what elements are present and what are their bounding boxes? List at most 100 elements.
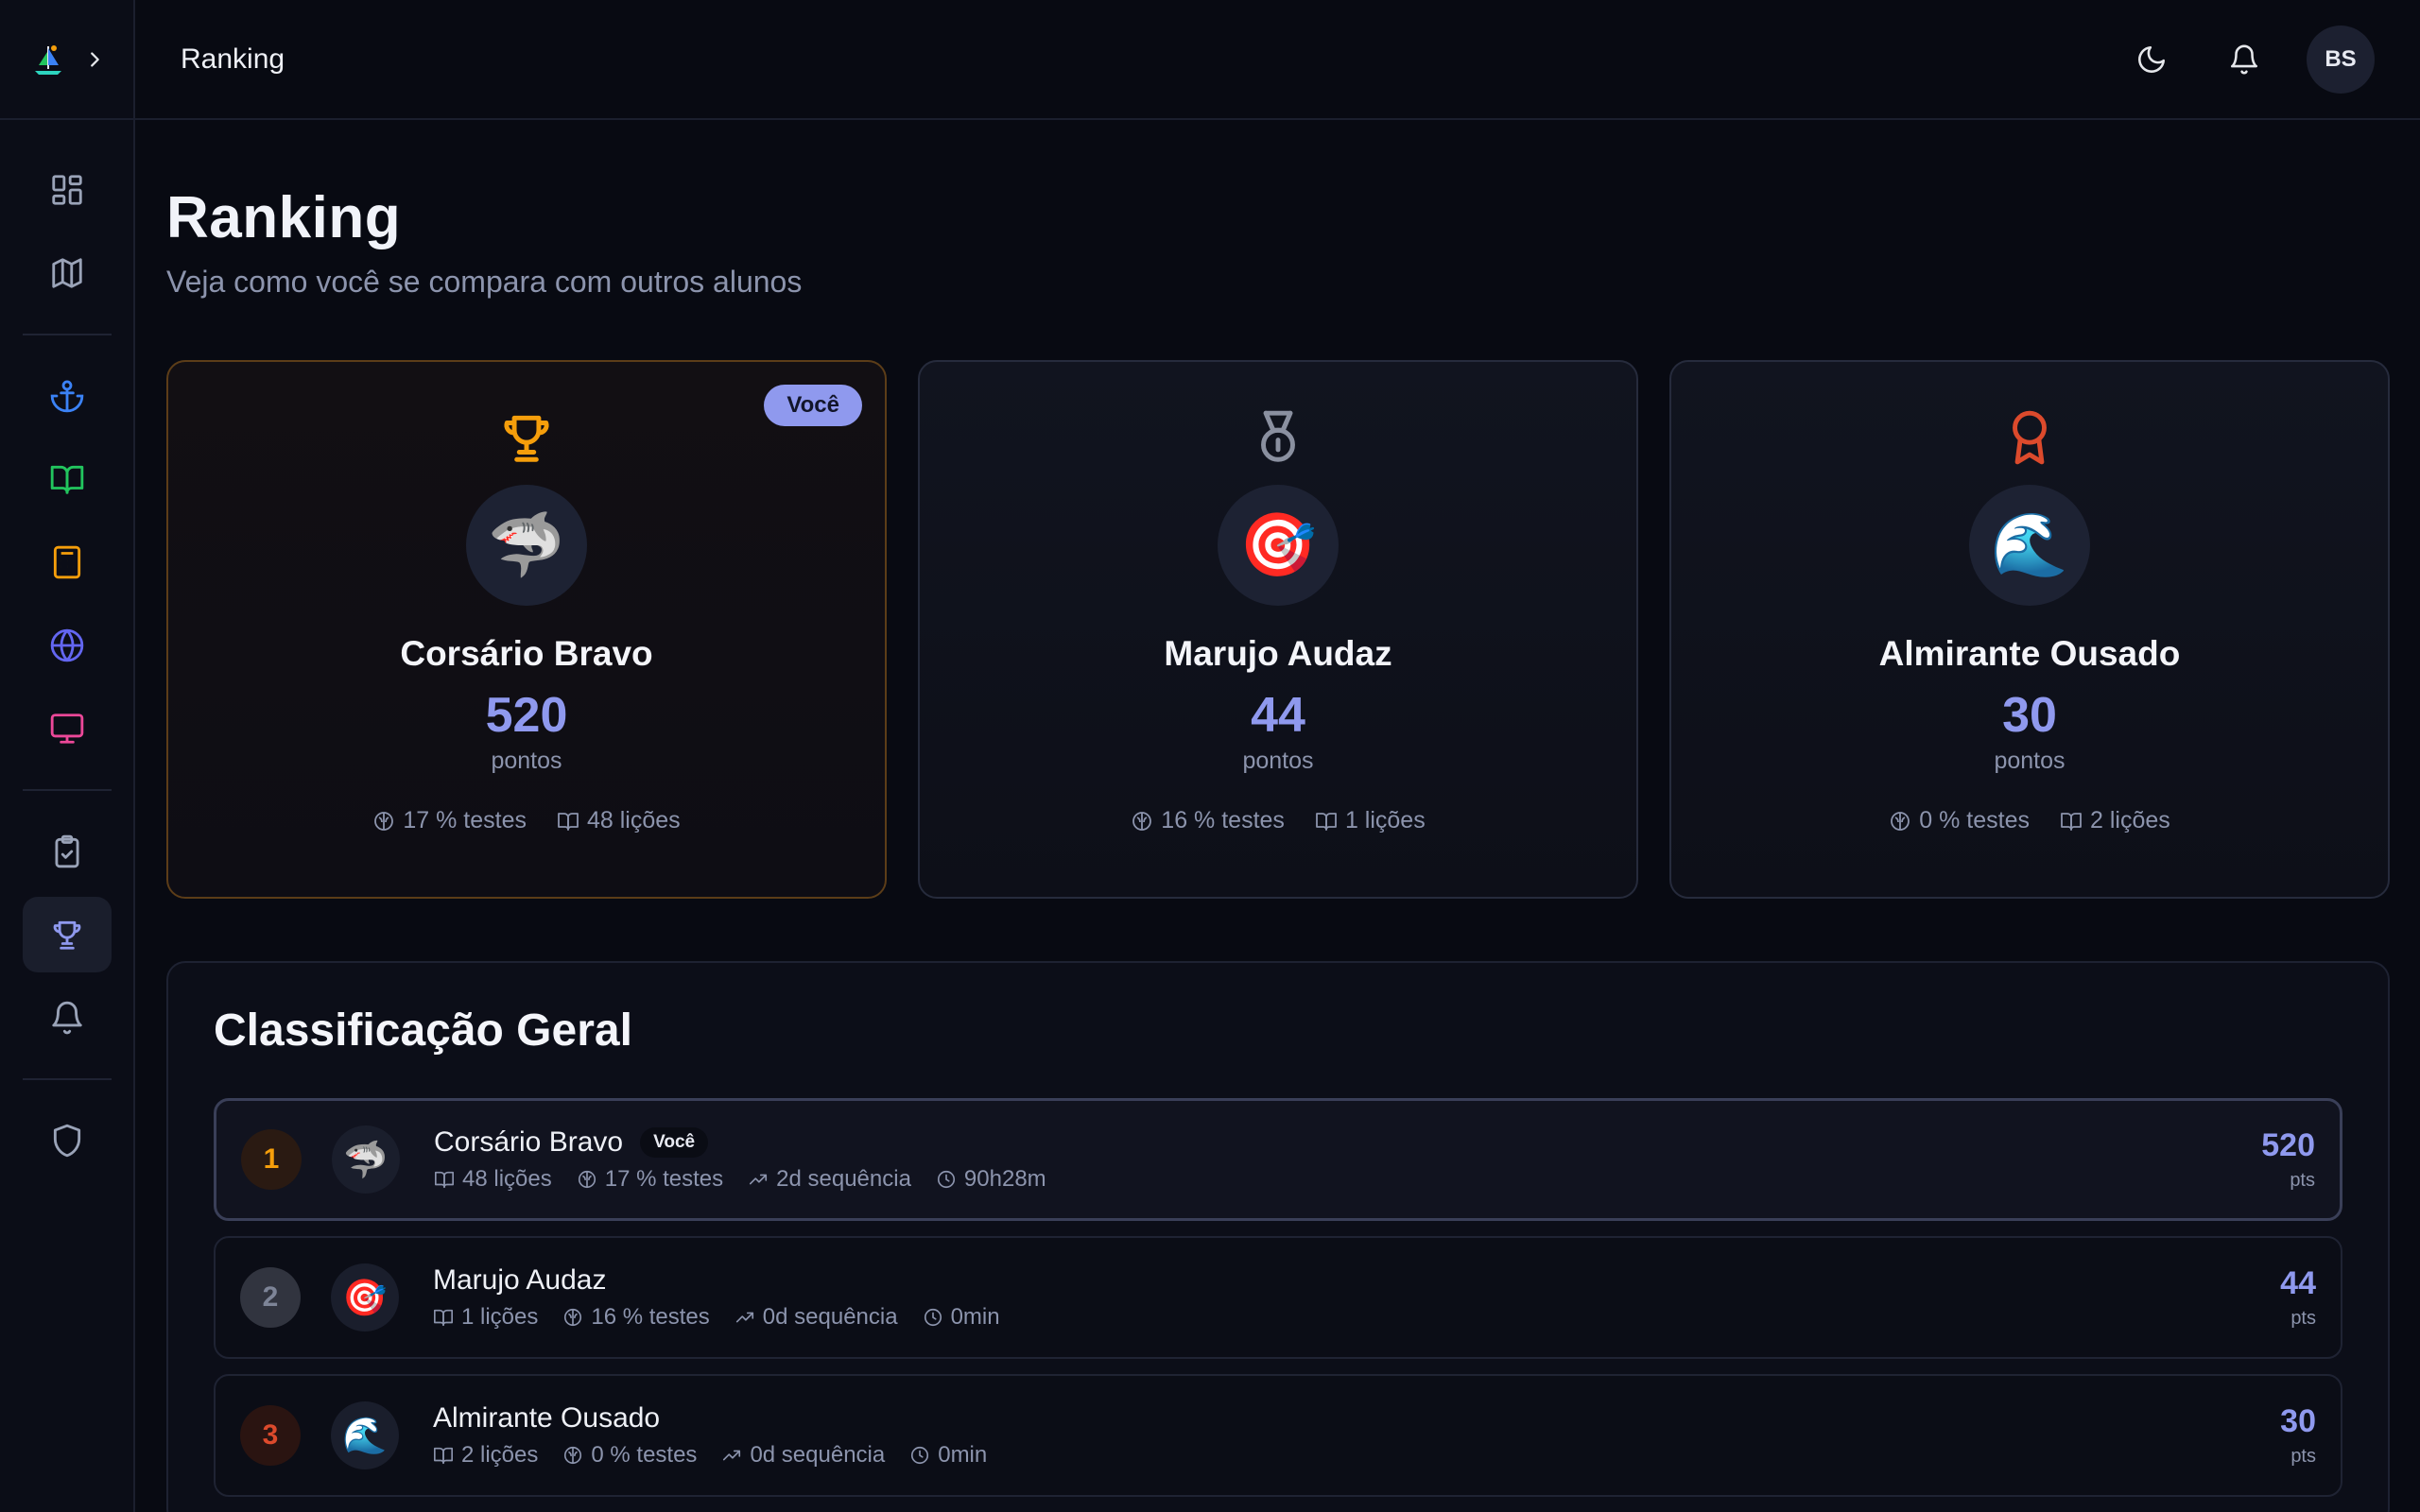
table-row[interactable]: 3 🌊 Almirante Ousado 2 lições 0 % testes… bbox=[214, 1374, 2342, 1497]
podium-name: Almirante Ousado bbox=[1878, 634, 2181, 673]
nav-admin[interactable] bbox=[23, 1103, 112, 1178]
book-icon bbox=[434, 1169, 455, 1190]
clock-icon bbox=[923, 1307, 943, 1328]
trending-up-icon bbox=[721, 1445, 742, 1466]
moon-icon bbox=[2135, 43, 2168, 76]
podium-score: 520 bbox=[485, 688, 568, 743]
podium-name: Corsário Bravo bbox=[400, 634, 653, 673]
podium-score: 30 bbox=[2002, 688, 2057, 743]
book-icon bbox=[557, 810, 579, 833]
row-score: 44 bbox=[2280, 1265, 2316, 1301]
leaderboard: Classificação Geral 1 🦈 Corsário Bravo V… bbox=[166, 961, 2390, 1512]
map-icon bbox=[49, 255, 85, 291]
brand[interactable] bbox=[0, 0, 133, 120]
nav-divider bbox=[22, 334, 112, 335]
podium-score: 44 bbox=[1251, 688, 1305, 743]
topbar-title: Ranking bbox=[181, 43, 285, 75]
trophy-icon bbox=[49, 917, 85, 953]
target-avatar: 🎯 bbox=[331, 1263, 399, 1332]
nav-lessons[interactable] bbox=[23, 441, 112, 517]
calculator-icon bbox=[49, 544, 85, 580]
nav-computing[interactable] bbox=[23, 691, 112, 766]
sidebar bbox=[0, 0, 135, 1512]
shark-avatar: 🦈 bbox=[466, 485, 587, 606]
book-icon bbox=[1315, 810, 1338, 833]
clock-icon bbox=[936, 1169, 957, 1190]
user-avatar-button[interactable]: BS bbox=[2307, 25, 2375, 94]
nav-world[interactable] bbox=[23, 608, 112, 683]
award-icon bbox=[2000, 408, 2059, 467]
nav-ranking[interactable] bbox=[22, 897, 112, 972]
shield-icon bbox=[49, 1123, 85, 1159]
notifications-button[interactable] bbox=[2214, 29, 2274, 90]
leaderboard-title: Classificação Geral bbox=[214, 1005, 632, 1056]
clock-icon bbox=[909, 1445, 930, 1466]
table-row[interactable]: 1 🦈 Corsário Bravo Você 48 lições 17 % t… bbox=[214, 1098, 2342, 1221]
brain-icon bbox=[562, 1445, 583, 1466]
brain-icon bbox=[1889, 810, 1911, 833]
nav-map[interactable] bbox=[23, 235, 112, 311]
bell-icon bbox=[49, 1000, 85, 1036]
target-avatar: 🎯 bbox=[1218, 485, 1339, 606]
podium-unit: pontos bbox=[1994, 747, 2066, 774]
nav-tests[interactable] bbox=[23, 814, 112, 889]
tests-stat: 0 % testes bbox=[1889, 807, 2030, 834]
chevron-right-icon[interactable] bbox=[84, 49, 105, 70]
you-badge: Você bbox=[640, 1127, 709, 1158]
brain-icon bbox=[1131, 810, 1153, 833]
rank-badge: 1 bbox=[241, 1129, 302, 1190]
row-score: 30 bbox=[2280, 1403, 2316, 1439]
nav-notifications[interactable] bbox=[23, 980, 112, 1056]
lessons-stat: 2 lições bbox=[2060, 807, 2170, 834]
podium-unit: pontos bbox=[491, 747, 562, 774]
topbar: Ranking BS bbox=[135, 0, 2420, 120]
tests-stat: 17 % testes bbox=[372, 807, 527, 834]
rank-badge: 3 bbox=[240, 1405, 301, 1466]
bell-icon bbox=[2228, 43, 2260, 76]
podium: Você 🦈 Corsário Bravo 520 pontos 17 % te… bbox=[166, 360, 2390, 899]
book-icon bbox=[433, 1307, 454, 1328]
main-content: Ranking Veja como você se compara com ou… bbox=[166, 120, 2390, 1512]
podium-card-third: 🌊 Almirante Ousado 30 pontos 0 % testes … bbox=[1669, 360, 2390, 899]
wave-avatar: 🌊 bbox=[331, 1401, 399, 1469]
brain-icon bbox=[562, 1307, 583, 1328]
row-name: Corsário Bravo bbox=[434, 1126, 624, 1158]
rank-badge: 2 bbox=[240, 1267, 301, 1328]
lessons-stat: 1 lições bbox=[1315, 807, 1426, 834]
brain-icon bbox=[577, 1169, 597, 1190]
book-icon bbox=[2060, 810, 2083, 833]
logo-icon bbox=[29, 41, 67, 78]
row-unit: pts bbox=[2290, 1308, 2316, 1329]
you-badge: Você bbox=[764, 385, 862, 426]
nav-divider bbox=[22, 789, 112, 791]
trending-up-icon bbox=[735, 1307, 755, 1328]
page-subtitle: Veja como você se compara com outros alu… bbox=[166, 265, 803, 299]
podium-unit: pontos bbox=[1242, 747, 1314, 774]
globe-icon bbox=[49, 627, 85, 663]
podium-name: Marujo Audaz bbox=[1164, 634, 1392, 673]
tests-stat: 16 % testes bbox=[1131, 807, 1285, 834]
lessons-stat: 48 lições bbox=[557, 807, 681, 834]
wave-avatar: 🌊 bbox=[1969, 485, 2090, 606]
row-name: Marujo Audaz bbox=[433, 1264, 607, 1296]
medal-icon bbox=[1249, 408, 1307, 467]
table-row[interactable]: 2 🎯 Marujo Audaz 1 lições 16 % testes 0d… bbox=[214, 1236, 2342, 1359]
clipboard-check-icon bbox=[49, 833, 85, 869]
dashboard-icon bbox=[49, 172, 85, 208]
brain-icon bbox=[372, 810, 395, 833]
nav-navigation[interactable] bbox=[23, 358, 112, 434]
theme-toggle-button[interactable] bbox=[2121, 29, 2182, 90]
shark-avatar: 🦈 bbox=[332, 1125, 400, 1194]
row-unit: pts bbox=[2290, 1170, 2315, 1191]
book-icon bbox=[49, 461, 85, 497]
row-score: 520 bbox=[2261, 1127, 2315, 1163]
page-title: Ranking bbox=[166, 185, 402, 250]
nav-math[interactable] bbox=[23, 524, 112, 600]
nav-dashboard[interactable] bbox=[23, 152, 112, 228]
podium-card-second: 🎯 Marujo Audaz 44 pontos 16 % testes 1 l… bbox=[918, 360, 1638, 899]
trophy-icon bbox=[497, 408, 556, 467]
row-unit: pts bbox=[2290, 1446, 2316, 1467]
anchor-icon bbox=[49, 378, 85, 414]
podium-card-first: Você 🦈 Corsário Bravo 520 pontos 17 % te… bbox=[166, 360, 887, 899]
book-icon bbox=[433, 1445, 454, 1466]
